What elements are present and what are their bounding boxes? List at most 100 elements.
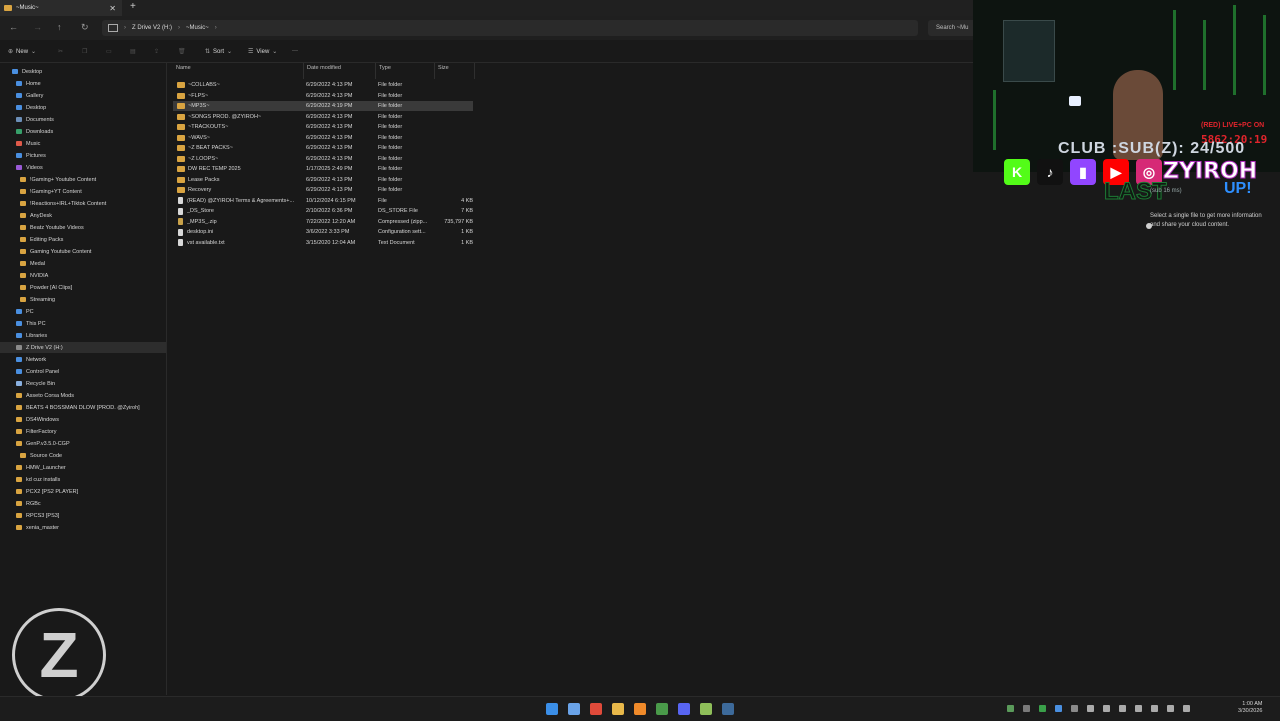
task-view-icon[interactable] — [568, 703, 580, 715]
tray-icon[interactable] — [1023, 705, 1030, 712]
sidebar-item[interactable]: Gallery — [0, 90, 166, 101]
new-button[interactable]: ⊕ New ⌄ — [8, 48, 39, 56]
column-divider[interactable] — [434, 63, 435, 79]
start-icon[interactable] — [546, 703, 558, 715]
refresh-icon[interactable]: ↻ — [81, 22, 89, 33]
sidebar-item[interactable]: NVIDIA — [0, 270, 166, 281]
sidebar-item[interactable]: Desktop — [0, 66, 166, 77]
sidebar-item[interactable]: GenP.v3.5.0-CGP — [0, 438, 166, 449]
share-icon[interactable]: ⇪ — [154, 48, 159, 55]
sidebar-item[interactable]: HMW_Launcher — [0, 462, 166, 473]
tray-icon[interactable] — [1119, 705, 1126, 712]
sidebar-item[interactable]: Control Panel — [0, 366, 166, 377]
column-header-type[interactable]: Type — [379, 65, 391, 71]
sidebar-item[interactable]: Editing Packs — [0, 234, 166, 245]
sidebar-item[interactable]: This PC — [0, 318, 166, 329]
sidebar-item[interactable]: RGBc — [0, 498, 166, 509]
sidebar-item[interactable]: Beatz Youtube Videos — [0, 222, 166, 233]
sidebar-item[interactable]: Streaming — [0, 294, 166, 305]
cut-icon[interactable]: ✂ — [58, 48, 63, 55]
file-row[interactable]: ~Z BEAT PACKS~ 6/29/2022 4:13 PM File fold… — [173, 143, 473, 153]
file-row[interactable]: ~COLLABS~ 6/29/2022 4:13 PM File folder — [173, 80, 473, 90]
file-row[interactable]: (READ) @ZYIROH Terms & Agreements+... 10/… — [173, 196, 473, 206]
back-icon[interactable]: ← — [9, 22, 18, 32]
file-row[interactable]: desktop.ini 3/6/2022 3:33 PM Configuration… — [173, 227, 473, 237]
sidebar-item[interactable]: Pictures — [0, 150, 166, 161]
sidebar-item[interactable]: xenia_master — [0, 522, 166, 533]
file-row[interactable]: ~FLPS~ 6/29/2022 4:13 PM File folder — [173, 91, 473, 101]
steam-icon[interactable] — [722, 703, 734, 715]
tray-icon[interactable] — [1007, 705, 1014, 712]
sidebar-item[interactable]: Libraries — [0, 330, 166, 341]
more-options-button[interactable]: ··· — [292, 48, 298, 54]
sidebar-item[interactable]: !Reactions+IRL+Tiktok Content — [0, 198, 166, 209]
tray-icon[interactable] — [1055, 705, 1062, 712]
column-header-size[interactable]: Size — [438, 65, 449, 71]
file-row[interactable]: _DS_Store 2/10/2022 6:36 PM DS_STORE File 7… — [173, 206, 473, 216]
sidebar-item[interactable]: Downloads — [0, 126, 166, 137]
sidebar-item[interactable]: !Gaming+YT Content — [0, 186, 166, 197]
notepad-icon[interactable] — [700, 703, 712, 715]
tray-icon[interactable] — [1167, 705, 1174, 712]
file-row[interactable]: ~Z LOOPS~ 6/29/2022 4:13 PM File folder — [173, 154, 473, 164]
tab-music[interactable]: ~Music~ ✕ — [0, 0, 122, 16]
file-explorer-icon[interactable] — [612, 703, 624, 715]
system-clock[interactable]: 1:00 AM 3/30/2026 — [1238, 701, 1262, 715]
chrome-icon[interactable] — [590, 703, 602, 715]
sidebar-item[interactable]: Home — [0, 78, 166, 89]
sort-button[interactable]: ⇅ Sort ⌄ — [205, 48, 235, 56]
view-button[interactable]: ☰ View ⌄ — [248, 48, 280, 56]
tray-icon[interactable] — [1151, 705, 1158, 712]
sidebar-item[interactable]: Asseto Corsa Mods — [0, 390, 166, 401]
sidebar-item[interactable]: Documents — [0, 114, 166, 125]
sidebar-item[interactable]: PCX2 [PS2 PLAYER] — [0, 486, 166, 497]
sidebar-item[interactable]: AnyDesk — [0, 210, 166, 221]
file-row[interactable]: Lease Packs 6/29/2022 4:13 PM File folder — [173, 175, 473, 185]
sidebar-item[interactable]: kd cuz installs — [0, 474, 166, 485]
sidebar-item[interactable]: !Gaming+ Youtube Content — [0, 174, 166, 185]
up-icon[interactable]: ↑ — [57, 22, 62, 32]
file-row[interactable]: DW REC TEMP 2025 1/17/2025 2:49 PM File fo… — [173, 164, 473, 174]
breadcrumb[interactable]: › Z Drive V2 (H:) › ~Music~ › — [102, 20, 918, 36]
forward-icon[interactable]: → — [33, 22, 42, 32]
sidebar-item[interactable]: Videos — [0, 162, 166, 173]
fl-studio-icon[interactable] — [634, 703, 646, 715]
file-row[interactable]: Recovery 6/29/2022 4:13 PM File folder — [173, 185, 473, 195]
copy-icon[interactable]: ❐ — [82, 48, 87, 55]
breadcrumb-drive[interactable]: Z Drive V2 (H:) — [132, 25, 172, 31]
sidebar-item[interactable]: Gaming Youtube Content — [0, 246, 166, 257]
sidebar-item[interactable]: PC — [0, 306, 166, 317]
tray-icon[interactable] — [1135, 705, 1142, 712]
sidebar-item[interactable]: Source Code — [0, 450, 166, 461]
sidebar-item[interactable]: RPCS3 [PS3] — [0, 510, 166, 521]
column-divider[interactable] — [303, 63, 304, 79]
file-row[interactable]: _MP3S_.zip 7/22/2022 12:20 AM Compressed (… — [173, 217, 473, 227]
sidebar-item[interactable]: Network — [0, 354, 166, 365]
new-tab-button[interactable]: + — [130, 1, 136, 12]
column-divider[interactable] — [375, 63, 376, 79]
tray-icon[interactable] — [1071, 705, 1078, 712]
tray-icon[interactable] — [1103, 705, 1110, 712]
tray-icon[interactable] — [1087, 705, 1094, 712]
column-header-date[interactable]: Date modified — [307, 65, 341, 71]
file-row[interactable]: ~SONGS PROD. @ZYIROH~ 6/29/2022 4:13 PM Fi… — [173, 112, 473, 122]
file-row[interactable]: vst available.txt 3/15/2020 12:04 AM Text … — [173, 238, 473, 248]
sidebar-item[interactable]: FilterFactory — [0, 426, 166, 437]
sidebar-item[interactable]: Desktop — [0, 102, 166, 113]
sidebar-item[interactable]: BEATS 4 BOSSMAN DLOW [PROD. @Zyiroh] — [0, 402, 166, 413]
file-row[interactable]: ~TRACKOUTS~ 6/29/2022 4:13 PM File folder — [173, 122, 473, 132]
tray-icon[interactable] — [1183, 705, 1190, 712]
file-row[interactable]: ~MP3S~ 6/29/2022 4:19 PM File folder — [173, 101, 473, 111]
column-header-name[interactable]: Name — [176, 65, 191, 71]
sidebar-item[interactable]: DS4Windows — [0, 414, 166, 425]
sidebar-item[interactable]: Recycle Bin — [0, 378, 166, 389]
chrome-profile-icon[interactable] — [656, 703, 668, 715]
paste-icon[interactable]: ▭ — [106, 48, 112, 55]
tray-icon[interactable] — [1039, 705, 1046, 712]
delete-icon[interactable]: 🗑 — [178, 48, 186, 55]
sidebar-item[interactable]: Music — [0, 138, 166, 149]
rename-icon[interactable]: ▤ — [130, 48, 136, 55]
sidebar-item[interactable]: Powder [AI Clips] — [0, 282, 166, 293]
column-divider[interactable] — [474, 63, 475, 79]
breadcrumb-folder[interactable]: ~Music~ — [186, 25, 209, 31]
